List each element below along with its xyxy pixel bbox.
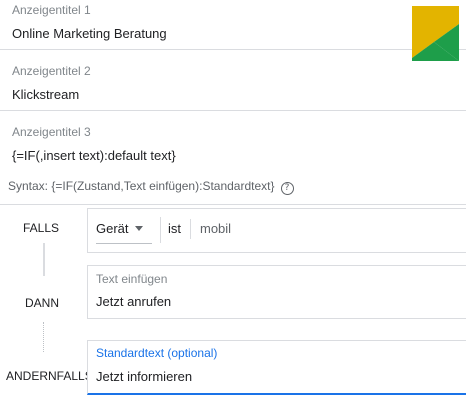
dropdown-arrow-icon (134, 226, 143, 231)
if-label: FALLS (23, 221, 60, 235)
attribute-select-underline (96, 243, 152, 244)
else-text-field[interactable]: Standardtext (optional) Jetzt informiere… (87, 340, 466, 395)
attribute-select[interactable]: Gerät (96, 221, 143, 236)
operator-text: ist (168, 221, 181, 236)
headline-3-input[interactable]: {=IF(,insert text):default text} (12, 148, 176, 163)
else-field-label: Standardtext (optional) (96, 346, 218, 360)
section-divider (0, 204, 466, 205)
connector-line-dotted (43, 322, 44, 352)
syntax-hint: Syntax: {=IF(Zustand,Text einfügen):Stan… (8, 179, 294, 195)
vertical-divider (190, 219, 191, 239)
then-text-field[interactable]: Text einfügen Jetzt anrufen (87, 265, 466, 319)
syntax-text: Syntax: {=IF(Zustand,Text einfügen):Stan… (8, 179, 275, 193)
headline-1-label: Anzeigentitel 1 (12, 3, 91, 17)
connector-line (43, 243, 45, 276)
brand-logo-icon (412, 6, 459, 61)
headline-3-label: Anzeigentitel 3 (12, 125, 91, 139)
headline-1-underline (0, 49, 466, 50)
then-label: DANN (25, 296, 60, 310)
else-field-value: Jetzt informieren (96, 369, 193, 384)
help-circle-icon[interactable]: ? (280, 182, 294, 195)
headline-2-label: Anzeigentitel 2 (12, 64, 91, 78)
condition-box: Gerät ist mobil (87, 208, 466, 253)
then-field-value: Jetzt anrufen (96, 294, 172, 309)
condition-value-input[interactable]: mobil (200, 221, 231, 236)
attribute-select-value: Gerät (96, 221, 129, 236)
headline-1-input[interactable]: Online Marketing Beratung (12, 26, 167, 41)
headline-2-underline (0, 110, 466, 111)
then-field-label: Text einfügen (96, 272, 168, 286)
headline-2-input[interactable]: Klickstream (12, 87, 79, 102)
vertical-divider (160, 217, 161, 243)
else-label: ANDERNFALLS (6, 369, 93, 383)
